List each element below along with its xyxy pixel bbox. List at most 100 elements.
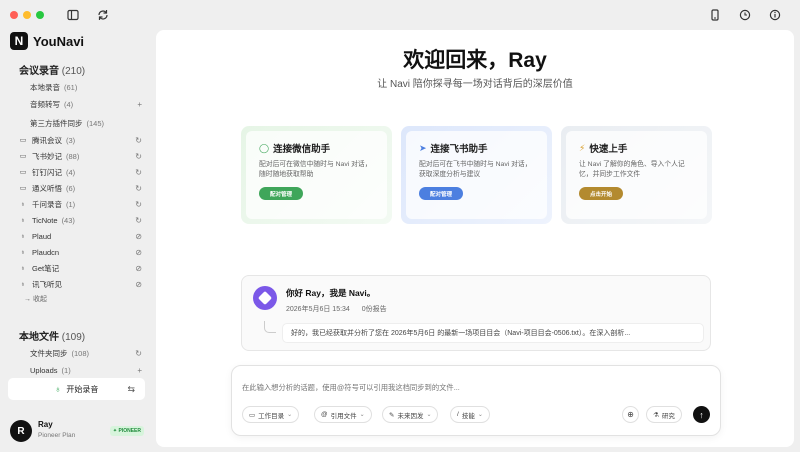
section-title: 本地文件 <box>19 332 59 343</box>
add-icon[interactable]: + <box>137 100 142 109</box>
settings-sliders-icon[interactable]: ⇆ <box>127 384 135 395</box>
chat-message-card[interactable]: 你好 Ray，我是 Navi。 2026年5月6日 15:34 0份报告 好的，… <box>241 275 711 351</box>
chat-message-preview[interactable]: 好的，我已经获取并分析了您在 2026年5月6日 的最新一场项目目会（Navi-… <box>282 323 704 343</box>
sidebar-item-tingwu[interactable]: ▭ 通义听悟 (6) ↻ <box>18 181 146 195</box>
maximize-window-button[interactable] <box>36 11 44 19</box>
reference-file-chip[interactable]: @ 引用文件 ⌄ <box>314 406 372 423</box>
sidebar-item-count: (3) <box>66 135 76 145</box>
composer-input[interactable] <box>242 383 622 392</box>
send-button[interactable]: ↑ <box>693 406 710 423</box>
sync-icon[interactable]: ↻ <box>135 136 142 145</box>
sync-disabled-icon[interactable]: ⊘ <box>135 248 142 257</box>
sidebar-item-label: TicNote <box>32 215 58 225</box>
sidebar-item-count: (43) <box>61 215 75 225</box>
sidebar: N YouNavi 会议录音 (210) 本地录音 (61) 音频转写 (4) … <box>0 28 152 452</box>
sidebar-item-label: 腾讯会议 <box>32 135 62 145</box>
main-panel: 欢迎回来，Ray 让 Navi 陪你探寻每一场对话背后的深层价值 ◯ 连接微信助… <box>156 30 794 447</box>
add-icon[interactable]: + <box>137 366 142 375</box>
collapse-link[interactable]: → 收起 <box>24 294 47 304</box>
sync-icon[interactable]: ↻ <box>135 349 142 358</box>
card-feishu[interactable]: ➤ 连接飞书助手 配对后可在飞书中随时与 Navi 对话，获取深度分析与建议 配… <box>401 126 552 224</box>
close-window-button[interactable] <box>10 11 18 19</box>
pair-manage-button[interactable]: 配对管理 <box>419 187 464 200</box>
pair-manage-button[interactable]: 配对管理 <box>259 187 304 200</box>
sidebar-item-audio-transcribe[interactable]: 音频转写 (4) + <box>30 97 146 111</box>
globe-icon[interactable]: ⊕ <box>622 406 639 423</box>
chip-label: 未来因发 <box>397 412 424 420</box>
sidebar-item-count: (1) <box>61 365 71 375</box>
collapse-label: 收起 <box>32 296 47 303</box>
skills-chip[interactable]: / 技能 ⌄ <box>450 406 490 423</box>
sidebar-item-uploads[interactable]: Uploads (1) + <box>30 363 146 377</box>
sidebar-item-tencent-meeting[interactable]: ▭ 腾讯会议 (3) ↻ <box>18 133 146 147</box>
start-recording-button[interactable]: ♁ 开始录音 ⇆ <box>8 378 145 400</box>
user-profile[interactable]: R Ray Pioneer Plan ✦ PIONEER <box>10 419 146 445</box>
collapse-arrow-icon: → <box>24 296 33 303</box>
info-icon[interactable] <box>768 8 782 22</box>
section-meetings[interactable]: 会议录音 (210) <box>19 62 85 77</box>
card-title-text: 连接飞书助手 <box>430 144 488 155</box>
phone-icon[interactable] <box>708 8 722 22</box>
card-title: ➤ 连接飞书助手 <box>419 141 537 156</box>
video-icon: ▭ <box>19 137 27 144</box>
brand: N YouNavi <box>10 32 84 50</box>
card-wechat[interactable]: ◯ 连接微信助手 配对后可在微信中随时与 Navi 对话，随时随地获取帮助 配对… <box>241 126 392 224</box>
chip-label: 技能 <box>461 412 475 420</box>
sidebar-item-count: (1) <box>66 199 76 209</box>
sidebar-item-count: (88) <box>66 151 80 161</box>
sidebar-item-count: (145) <box>86 118 105 128</box>
section-count: (109) <box>61 332 86 343</box>
sidebar-item-third-party-sync[interactable]: 第三方插件同步 (145) <box>30 116 146 130</box>
at-icon: @ <box>321 411 328 418</box>
sync-icon[interactable]: ↻ <box>135 168 142 177</box>
sync-icon[interactable]: ↻ <box>135 216 142 225</box>
section-local-files[interactable]: 本地文件 (109) <box>19 328 85 343</box>
research-chip[interactable]: ⚗ 研究 <box>646 406 682 423</box>
sidebar-item-label: 音频转写 <box>30 99 60 109</box>
chevron-down-icon: ⌄ <box>426 412 432 418</box>
sidebar-item-feishu-minutes[interactable]: ▭ 飞书妙记 (88) ↻ <box>18 149 146 163</box>
sidebar-item-label: Uploads <box>30 365 58 375</box>
sidebar-item-count: (6) <box>66 183 76 193</box>
card-quick-start[interactable]: ⚡ 快速上手 让 Navi 了解你的角色、导入个人记忆，并同步工作文件 点击开始 <box>561 126 712 224</box>
sync-icon[interactable]: ↻ <box>135 152 142 161</box>
sidebar-item-plaud[interactable]: ♁ Plaud ⊘ <box>18 229 146 243</box>
sidebar-item-label: 文件夹同步 <box>30 348 68 358</box>
add-clock-icon[interactable] <box>738 8 752 22</box>
navi-bot-icon <box>253 286 277 310</box>
sidebar-item-iflytek[interactable]: ♁ 讯飞听见 ⊘ <box>18 277 146 291</box>
wand-icon: ✎ <box>389 411 395 419</box>
folder-icon: ▭ <box>249 411 256 419</box>
minimize-window-button[interactable] <box>23 11 31 19</box>
get-started-button[interactable]: 点击开始 <box>579 187 624 200</box>
chevron-down-icon: ⌄ <box>287 412 293 418</box>
chat-date: 2026年5月6日 15:34 <box>286 306 350 313</box>
sidebar-item-local-recording[interactable]: 本地录音 (61) <box>30 80 146 94</box>
sync-disabled-icon[interactable]: ⊘ <box>135 264 142 273</box>
sidebar-toggle-icon[interactable] <box>66 8 80 22</box>
sidebar-item-plaudcn[interactable]: ♁ Plaudcn ⊘ <box>18 245 146 259</box>
page-subtitle: 让 Navi 陪你探寻每一场对话背后的深层价值 <box>377 79 573 90</box>
sidebar-item-qianwen[interactable]: ♁ 千问录音 (1) ↻ <box>18 197 146 211</box>
sidebar-item-label: 通义听悟 <box>32 183 62 193</box>
sidebar-item-get-notes[interactable]: ♁ Get笔记 ⊘ <box>18 261 146 275</box>
workspace-dir-chip[interactable]: ▭ 工作目录 ⌄ <box>242 406 300 423</box>
section-title: 会议录音 <box>19 66 59 77</box>
bolt-icon: ⚡ <box>579 142 586 153</box>
sync-icon[interactable]: ↻ <box>135 184 142 193</box>
card-title: ⚡ 快速上手 <box>579 141 697 156</box>
brand-logo: N <box>10 32 28 50</box>
card-title: ◯ 连接微信助手 <box>259 141 377 156</box>
inspiration-chip[interactable]: ✎ 未来因发 ⌄ <box>382 406 439 423</box>
chat-meta: 2026年5月6日 15:34 0份报告 <box>286 304 397 314</box>
sidebar-item-folder-sync[interactable]: 文件夹同步 (108) ↻ <box>30 346 146 360</box>
refresh-icon[interactable] <box>96 8 110 22</box>
chat-report-count: 0份报告 <box>361 306 387 313</box>
sync-icon[interactable]: ↻ <box>135 200 142 209</box>
sync-disabled-icon[interactable]: ⊘ <box>135 232 142 241</box>
page-title: 欢迎回来，Ray <box>403 49 547 72</box>
card-title-text: 连接微信助手 <box>273 144 331 155</box>
sidebar-item-ticnote[interactable]: ♁ TicNote (43) ↻ <box>18 213 146 227</box>
sync-disabled-icon[interactable]: ⊘ <box>135 280 142 289</box>
sidebar-item-dingtalk[interactable]: ▭ 钉钉闪记 (4) ↻ <box>18 165 146 179</box>
